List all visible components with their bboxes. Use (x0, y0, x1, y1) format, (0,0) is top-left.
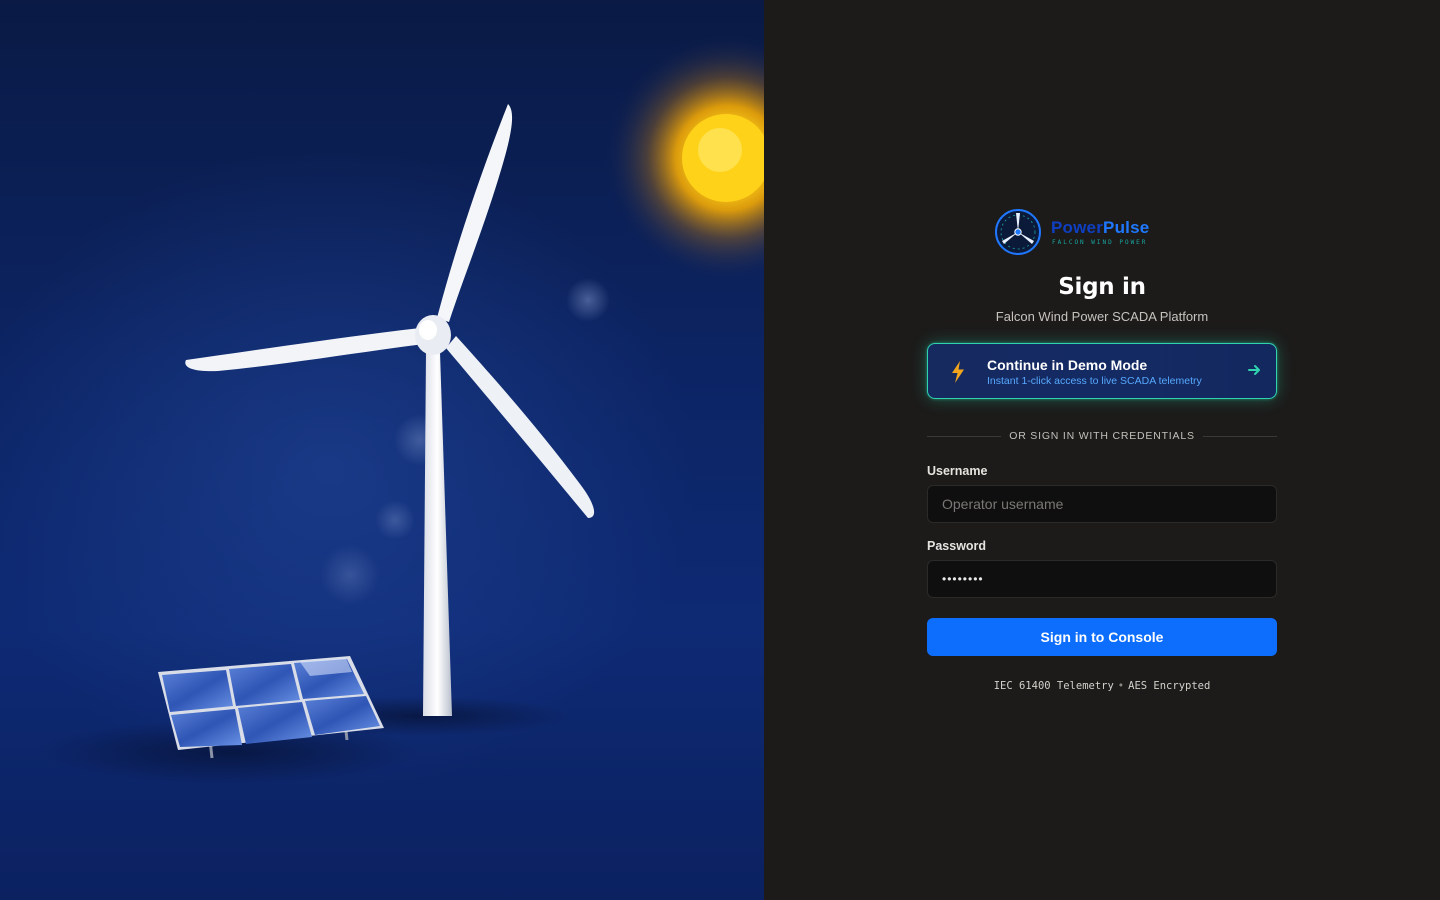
brand-tagline: FALCON WIND POWER (1052, 239, 1148, 246)
demo-mode-title: Continue in Demo Mode (987, 357, 1148, 373)
turbine-blade-top (437, 104, 513, 322)
credentials-divider: OR SIGN IN WITH CREDENTIALS (927, 430, 1277, 444)
username-label: Username (927, 464, 988, 478)
hero-illustration (0, 0, 764, 900)
brand-name-part2: Pulse (1103, 218, 1150, 237)
demo-mode-subtitle: Instant 1-click access to live SCADA tel… (987, 375, 1202, 387)
lens-flare (566, 278, 610, 322)
footer-separator: • (1117, 680, 1125, 692)
page-title: Sign in (1058, 274, 1146, 300)
username-input[interactable] (927, 485, 1277, 523)
lightning-bolt-icon (952, 361, 964, 383)
turbine-tower (423, 352, 452, 716)
turbine-blade-left (185, 328, 424, 372)
turbine-blade-right (446, 336, 595, 518)
brand-name-part1: Power (1051, 218, 1104, 237)
arrow-right-icon (1248, 365, 1260, 375)
login-panel: PowerPulse FALCON WIND POWER Sign in Fal… (764, 0, 1440, 900)
brand-name: PowerPulse (1051, 218, 1149, 238)
footer-telemetry: IEC 61400 Telemetry (993, 680, 1114, 692)
password-label: Password (927, 539, 987, 553)
sign-in-button[interactable]: Sign in to Console (927, 618, 1277, 656)
footer-encryption: AES Encrypted (1128, 680, 1211, 692)
security-footer: IEC 61400 Telemetry • AES Encrypted (764, 680, 1440, 692)
brand-logo: PowerPulse FALCON WIND POWER (994, 208, 1174, 258)
turbine-compass-icon (995, 209, 1041, 255)
turbine-solar-illustration (40, 33, 764, 784)
page-subtitle: Falcon Wind Power SCADA Platform (995, 309, 1209, 324)
password-input[interactable] (927, 560, 1277, 598)
divider-line-right (1203, 436, 1277, 437)
demo-mode-button[interactable]: Continue in Demo Mode Instant 1-click ac… (927, 343, 1277, 399)
